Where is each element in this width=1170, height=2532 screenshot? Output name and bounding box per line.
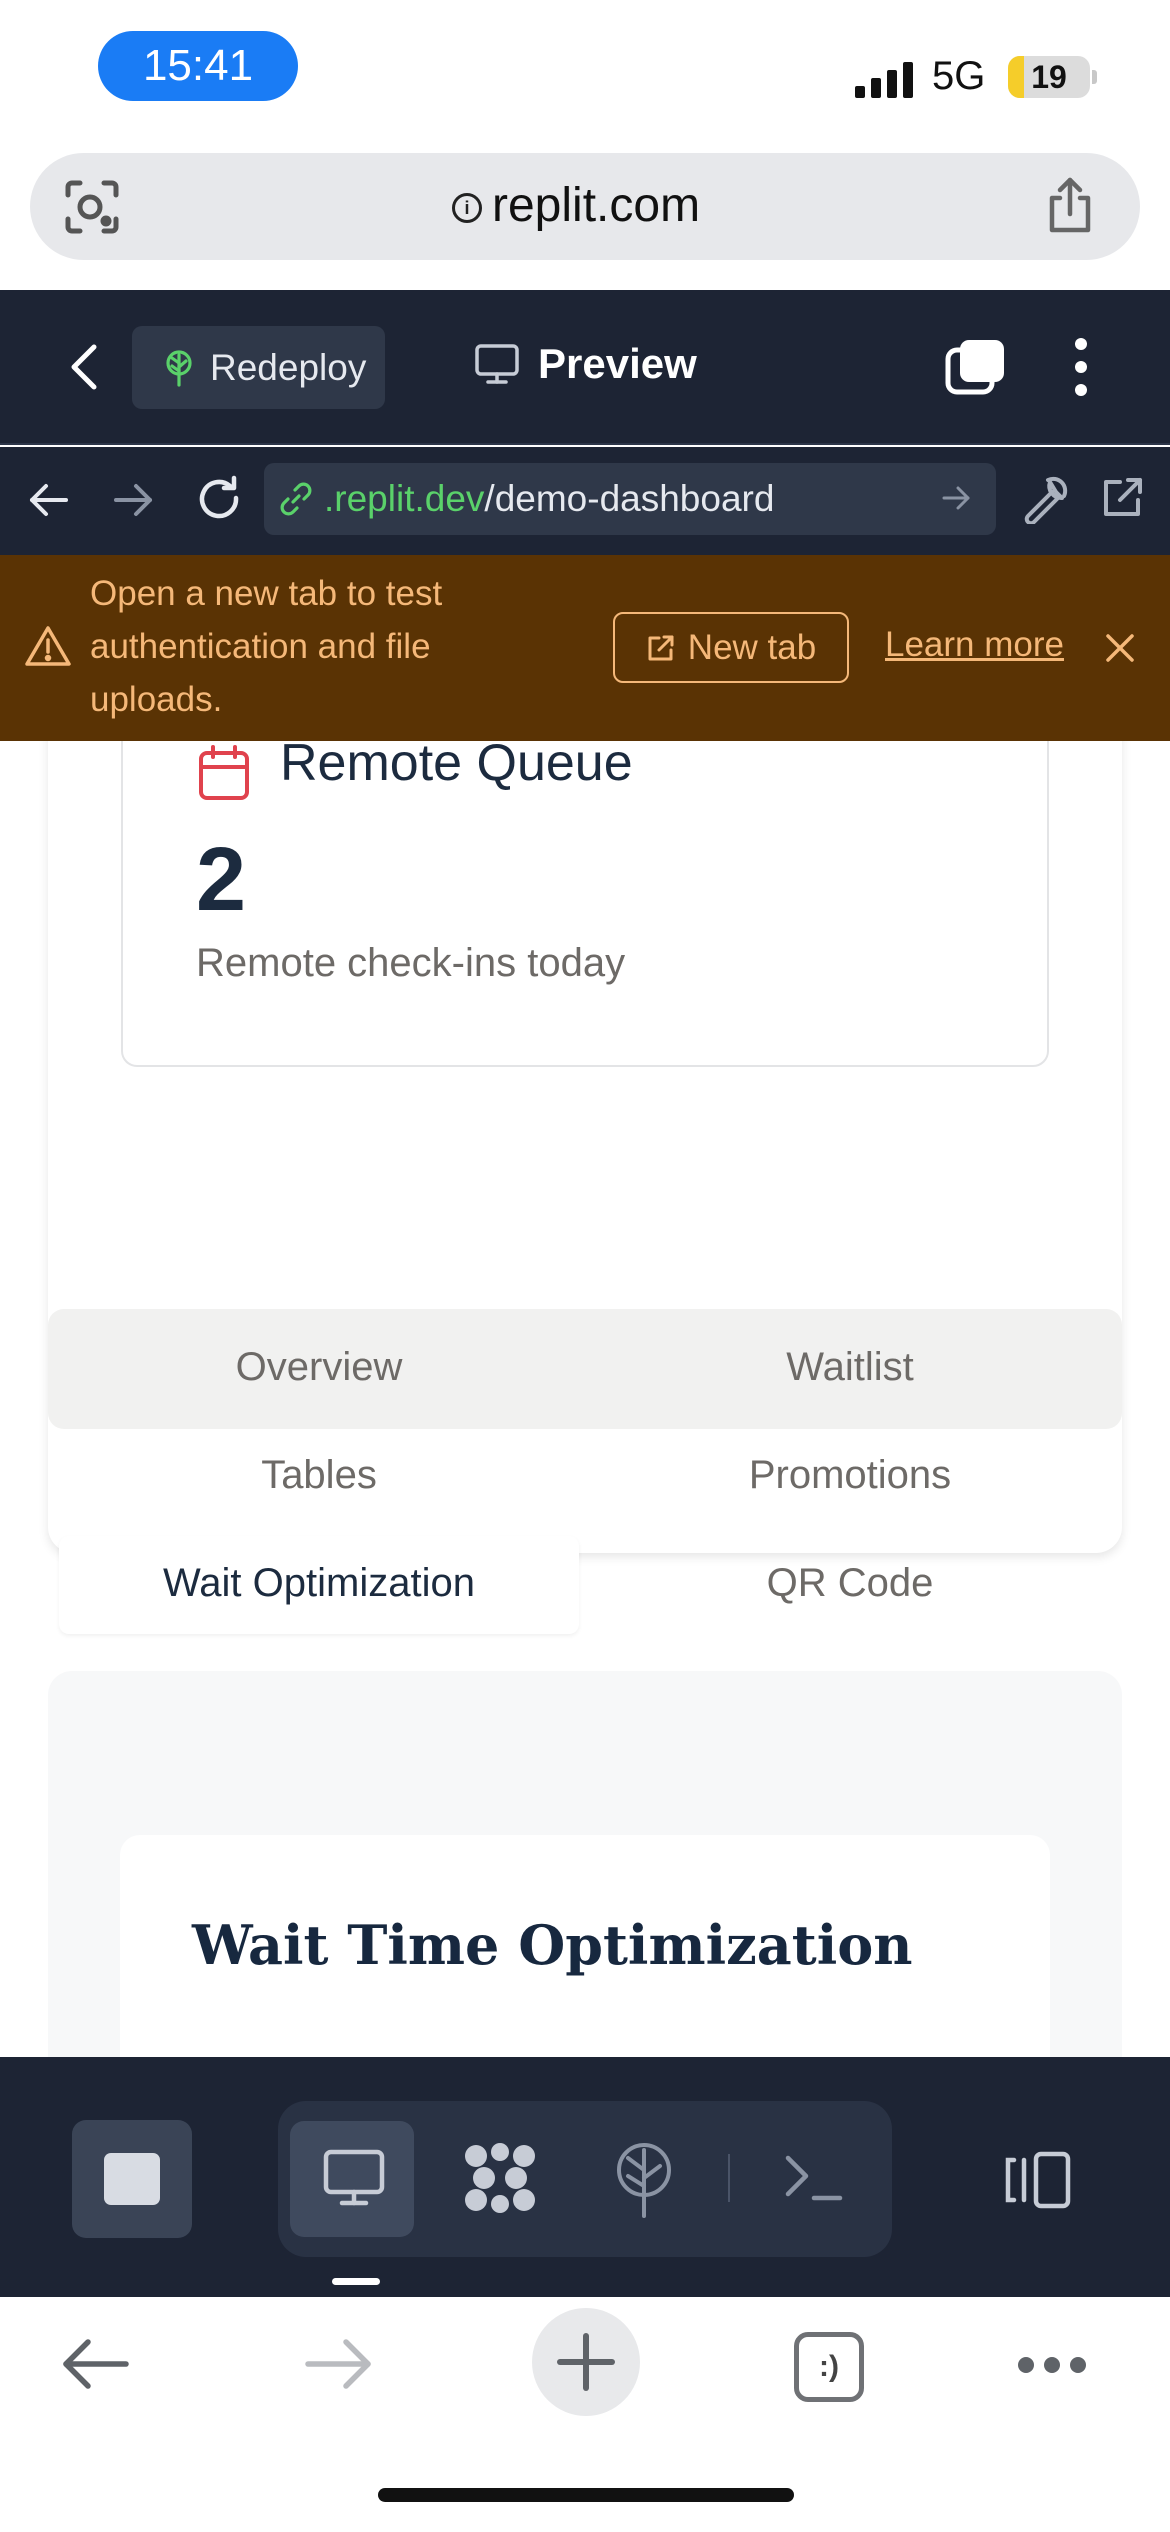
preview-url-field[interactable]: .replit.dev /demo-dashboard — [264, 463, 996, 535]
tab-wait-optimization[interactable]: Wait Optimization — [59, 1561, 579, 1606]
remote-queue-subtitle: Remote check-ins today — [196, 941, 626, 985]
new-tab-button[interactable]: New tab — [613, 612, 849, 683]
preview-tab[interactable]: Preview — [474, 340, 697, 388]
browser-forward-icon[interactable] — [304, 2336, 374, 2392]
preview-url-path: /demo-dashboard — [484, 478, 775, 519]
preview-tab-label: Preview — [538, 340, 697, 387]
toolbar-divider — [728, 2154, 730, 2202]
redeploy-button[interactable]: Redeploy — [132, 326, 385, 409]
signal-strength-icon — [855, 62, 913, 98]
calendar-icon — [199, 745, 249, 800]
deployments-icon[interactable] — [612, 2142, 676, 2218]
battery-nub — [1092, 70, 1097, 84]
tabs-icon[interactable] — [944, 338, 1006, 396]
tab-tables[interactable]: Tables — [59, 1453, 579, 1498]
deploy-tree-icon — [166, 349, 192, 387]
stop-icon — [104, 2153, 160, 2205]
share-icon[interactable] — [1040, 176, 1100, 236]
go-arrow-icon[interactable] — [940, 481, 974, 515]
plus-icon — [557, 2333, 615, 2391]
remote-queue-count: 2 — [196, 830, 247, 930]
network-type: 5G — [932, 54, 986, 98]
tab-waitlist[interactable]: Waitlist — [590, 1345, 1110, 1390]
banner-message: Open a new tab to test authentication an… — [90, 574, 443, 719]
address-bar-url[interactable]: replit.com — [492, 178, 700, 233]
nav-forward-icon[interactable] — [112, 478, 156, 522]
learn-more-link[interactable]: Learn more — [885, 625, 1064, 665]
tab-overview[interactable]: Overview — [59, 1345, 579, 1390]
wait-optimization-title: Wait Time Optimization — [192, 1913, 913, 1977]
clock: 15:41 — [98, 31, 298, 101]
close-icon[interactable] — [1104, 632, 1136, 664]
preview-page: Remote Queue 2 Remote check-ins today Ov… — [0, 741, 1170, 2057]
monitor-icon — [475, 344, 519, 384]
back-chevron-icon[interactable] — [64, 342, 104, 392]
toolbar-grabber[interactable] — [332, 2278, 380, 2285]
camera-lens-icon[interactable] — [62, 177, 122, 237]
tab-qr-code[interactable]: QR Code — [590, 1561, 1110, 1606]
preview-url-domain: .replit.dev — [324, 478, 485, 519]
more-options-icon[interactable] — [1066, 336, 1096, 398]
open-external-icon[interactable] — [1098, 474, 1146, 522]
agent-icon[interactable] — [462, 2142, 538, 2214]
nav-back-icon[interactable] — [26, 478, 70, 522]
tab-promotions[interactable]: Promotions — [590, 1453, 1110, 1498]
tab-switcher-icon[interactable]: :) — [794, 2332, 864, 2402]
redeploy-label: Redeploy — [210, 346, 367, 388]
browser-back-icon[interactable] — [60, 2336, 130, 2392]
battery-percentage: 19 — [1031, 58, 1067, 95]
layout-icon[interactable] — [1002, 2150, 1072, 2210]
shell-icon[interactable] — [784, 2150, 844, 2204]
warning-icon — [25, 626, 71, 666]
monitor-icon — [323, 2149, 385, 2206]
site-info-icon[interactable]: i — [452, 193, 482, 223]
battery-icon: 19 — [1008, 56, 1090, 98]
more-icon[interactable] — [1016, 2355, 1088, 2375]
external-link-icon — [648, 635, 674, 660]
remote-queue-title: Remote Queue — [280, 741, 633, 792]
home-indicator[interactable] — [378, 2488, 794, 2502]
wrench-icon[interactable] — [1020, 474, 1070, 524]
new-tab-label: New tab — [687, 627, 817, 667]
reload-icon[interactable] — [194, 474, 244, 524]
link-icon — [280, 482, 312, 516]
